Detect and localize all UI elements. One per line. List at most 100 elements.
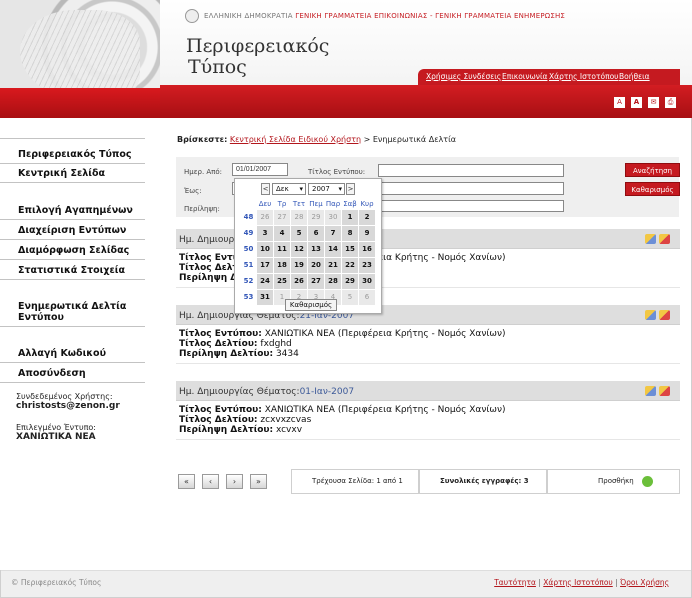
edit-icon[interactable] — [645, 234, 656, 244]
edition-title-input-2[interactable] — [378, 182, 564, 195]
copyright: © Περιφερειακός Τύπος — [11, 578, 102, 587]
calendar-day[interactable]: 21 — [325, 258, 341, 273]
calendar-day[interactable]: 30 — [359, 274, 375, 289]
calendar-year-select[interactable]: 2007 ▾ — [308, 183, 345, 195]
calendar-day[interactable]: 25 — [274, 274, 290, 289]
calendar-day[interactable]: 22 — [342, 258, 358, 273]
date-from-input[interactable]: 01/01/2007 — [232, 163, 288, 176]
font-large-icon[interactable]: A — [631, 97, 642, 108]
calendar-day[interactable]: 28 — [325, 274, 341, 289]
calendar-day[interactable]: 12 — [291, 242, 307, 257]
delete-icon[interactable] — [659, 310, 670, 320]
font-small-icon[interactable]: A — [614, 97, 625, 108]
calendar-day[interactable]: 11 — [274, 242, 290, 257]
chevron-down-icon: ▾ — [299, 185, 303, 193]
record-edition-title: ΧΑΝΙΩΤΙΚΑ ΝΕΑ — [264, 329, 335, 339]
record-region: (Περιφέρεια Κρήτης - Νομός Χανίων) — [337, 405, 506, 415]
summary-input[interactable] — [378, 200, 564, 212]
record-date: 01-Ιαν-2007 — [299, 387, 355, 397]
calendar-month-select[interactable]: Δεκ ▾ — [272, 183, 306, 195]
calendar-day[interactable]: 3 — [257, 226, 273, 241]
calendar-day[interactable]: 29 — [308, 210, 324, 225]
calendar-week-row: 49 3 4 5 6 7 8 9 — [238, 226, 379, 241]
footer: © Περιφερειακός Τύπος Ταυτότητα | Χάρτης… — [1, 570, 691, 597]
calendar-week-number: 48 — [243, 213, 254, 221]
calendar-day-header: Τρ — [274, 199, 290, 209]
calendar-clear-button[interactable]: Καθαρισμός — [285, 299, 337, 311]
calendar-day[interactable]: 29 — [342, 274, 358, 289]
calendar-day[interactable]: 15 — [342, 242, 358, 257]
calendar-day[interactable]: 28 — [291, 210, 307, 225]
edit-icon[interactable] — [645, 310, 656, 320]
calendar-next-month-button[interactable]: > — [346, 183, 355, 195]
calendar-day[interactable]: 13 — [308, 242, 324, 257]
footer-link-terms[interactable]: Όροι Χρήσης — [620, 578, 669, 587]
calendar-day[interactable]: 31 — [257, 290, 273, 305]
delete-icon[interactable] — [659, 234, 670, 244]
sidebar-item-bulletins[interactable]: Ενημερωτικά Δελτία Εντύπου — [18, 301, 126, 323]
edition-title-input[interactable] — [378, 164, 564, 177]
nav-useful-links[interactable]: Χρήσιμες Συνδέσεις — [426, 72, 501, 81]
calendar-day[interactable]: 8 — [342, 226, 358, 241]
calendar-day[interactable]: 6 — [359, 290, 375, 305]
calendar-day[interactable]: 19 — [291, 258, 307, 273]
calendar-day[interactable]: 24 — [257, 274, 273, 289]
sidebar-item-favorites[interactable]: Επιλογή Αγαπημένων — [18, 205, 133, 216]
calendar-week-number: 52 — [243, 277, 254, 285]
calendar-day[interactable]: 17 — [257, 258, 273, 273]
record-edition-title: ΧΑΝΙΩΤΙΚΑ ΝΕΑ — [264, 405, 335, 415]
calendar-day[interactable]: 5 — [291, 226, 307, 241]
calendar-day[interactable]: 10 — [257, 242, 273, 257]
calendar-day[interactable]: 14 — [325, 242, 341, 257]
calendar-day[interactable]: 20 — [308, 258, 324, 273]
nav-sitemap[interactable]: Χάρτης Ιστοτόπου — [549, 72, 619, 81]
email-icon[interactable]: ✉ — [648, 97, 659, 108]
header-red-band — [160, 85, 692, 118]
print-icon[interactable]: ⎙ — [665, 97, 676, 108]
delete-icon[interactable] — [659, 386, 670, 396]
footer-link-identity[interactable]: Ταυτότητα — [494, 578, 536, 587]
calendar-day[interactable]: 7 — [325, 226, 341, 241]
calendar-day[interactable]: 23 — [359, 258, 375, 273]
calendar-day[interactable]: 9 — [359, 226, 375, 241]
calendar-day[interactable]: 18 — [274, 258, 290, 273]
calendar-day[interactable]: 27 — [274, 210, 290, 225]
nav-contact[interactable]: Επικοινωνία — [502, 72, 547, 81]
calendar-day[interactable]: 26 — [291, 274, 307, 289]
sidebar-item-regional-press[interactable]: Περιφερειακός Τύπος — [18, 149, 132, 160]
calendar-day[interactable]: 26 — [257, 210, 273, 225]
sidebar-item-manage-editions[interactable]: Διαχείριση Εντύπων — [18, 225, 126, 236]
first-page-button[interactable]: « — [178, 474, 195, 489]
calendar-day[interactable]: 1 — [342, 210, 358, 225]
calendar-day[interactable]: 5 — [342, 290, 358, 305]
calendar-prev-month-button[interactable]: < — [261, 183, 270, 195]
record-header: Ημ. Δημιουργίας Θέματος:01-Ιαν-2007 — [176, 381, 680, 401]
greek-emblem-icon — [185, 9, 199, 23]
add-record-cell[interactable]: Προσθήκη — [547, 469, 680, 494]
sidebar-item-statistics[interactable]: Στατιστικά Στοιχεία — [18, 265, 125, 276]
breadcrumb-home-link[interactable]: Κεντρική Σελίδα Ειδικού Χρήστη — [230, 135, 361, 144]
sidebar-item-home[interactable]: Κεντρική Σελίδα — [18, 168, 105, 179]
calendar-day-header: Δευ — [257, 199, 273, 209]
sidebar-item-logout[interactable]: Αποσύνδεση — [18, 368, 86, 379]
search-button[interactable]: Αναζήτηση — [625, 163, 680, 177]
prev-page-button[interactable]: ‹ — [202, 474, 219, 489]
sidebar-item-change-password[interactable]: Αλλαγή Κωδικού — [18, 348, 106, 359]
chevron-down-icon: ▾ — [338, 185, 342, 193]
clear-button[interactable]: Καθαρισμός — [625, 182, 680, 196]
calendar-day[interactable]: 6 — [308, 226, 324, 241]
edit-icon[interactable] — [645, 386, 656, 396]
calendar-day[interactable]: 30 — [325, 210, 341, 225]
nav-help[interactable]: Βοήθεια — [619, 72, 650, 81]
calendar-day[interactable]: 27 — [308, 274, 324, 289]
calendar-day[interactable]: 4 — [274, 226, 290, 241]
logged-user-info: Συνδεδεμένος Χρήστης: christosts@zenon.g… — [16, 392, 120, 411]
calendar-day[interactable]: 16 — [359, 242, 375, 257]
calendar-day[interactable]: 2 — [359, 210, 375, 225]
calendar-day-header: Πεμ — [308, 199, 324, 209]
next-page-button[interactable]: › — [226, 474, 243, 489]
last-page-button[interactable]: » — [250, 474, 267, 489]
sidebar-item-page-layout[interactable]: Διαμόρφωση Σελίδας — [18, 245, 129, 256]
calendar-week-row: 51 17 18 19 20 21 22 23 — [238, 258, 379, 273]
footer-link-sitemap[interactable]: Χάρτης Ιστοτόπου — [543, 578, 613, 587]
